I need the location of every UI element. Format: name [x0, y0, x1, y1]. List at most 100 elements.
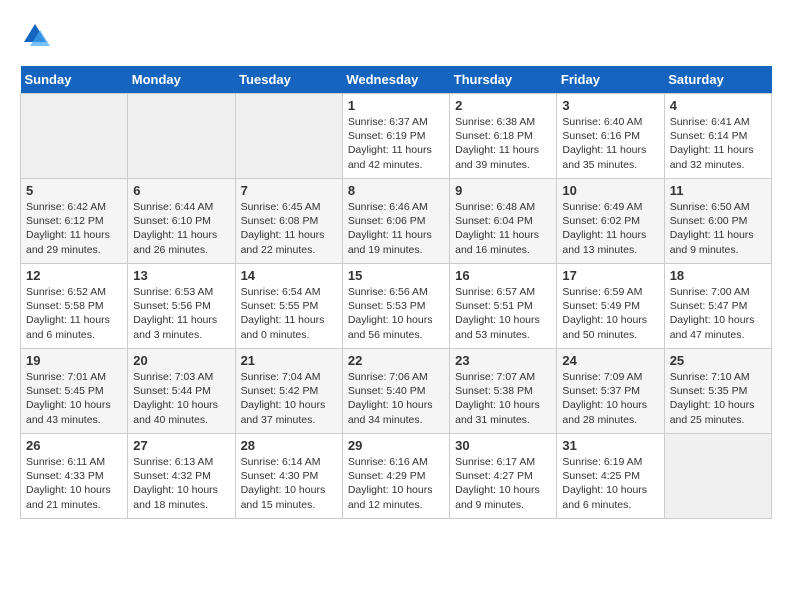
day-info: Sunrise: 6:11 AM Sunset: 4:33 PM Dayligh…	[26, 455, 122, 512]
day-info: Sunrise: 6:14 AM Sunset: 4:30 PM Dayligh…	[241, 455, 337, 512]
day-number: 20	[133, 353, 229, 368]
calendar-cell: 25 Sunrise: 7:10 AM Sunset: 5:35 PM Dayli…	[664, 349, 771, 434]
day-number: 30	[455, 438, 551, 453]
day-info: Sunrise: 7:01 AM Sunset: 5:45 PM Dayligh…	[26, 370, 122, 427]
calendar-cell: 18 Sunrise: 7:00 AM Sunset: 5:47 PM Dayli…	[664, 264, 771, 349]
day-number: 10	[562, 183, 658, 198]
calendar-cell: 23Sunrise: 7:07 AM Sunset: 5:38 PM Dayli…	[450, 349, 557, 434]
day-number: 25	[670, 353, 766, 368]
calendar-cell: 13 Sunrise: 6:53 AM Sunset: 5:56 PM Dayli…	[128, 264, 235, 349]
day-number: 3	[562, 98, 658, 113]
day-info: Sunrise: 6:42 AM Sunset: 6:12 PM Dayligh…	[26, 200, 122, 257]
calendar-cell: 31 Sunrise: 6:19 AM Sunset: 4:25 PM Dayli…	[557, 434, 664, 519]
day-info: Sunrise: 6:59 AM Sunset: 5:49 PM Dayligh…	[562, 285, 658, 342]
calendar-week-5: 26 Sunrise: 6:11 AM Sunset: 4:33 PM Dayli…	[21, 434, 772, 519]
day-header-saturday: Saturday	[664, 66, 771, 94]
day-header-thursday: Thursday	[450, 66, 557, 94]
day-info: Sunrise: 6:44 AM Sunset: 6:10 PM Dayligh…	[133, 200, 229, 257]
logo	[20, 20, 54, 50]
day-number: 15	[348, 268, 444, 283]
calendar-cell: 3 Sunrise: 6:40 AM Sunset: 6:16 PM Daylig…	[557, 94, 664, 179]
day-info: Sunrise: 6:53 AM Sunset: 5:56 PM Dayligh…	[133, 285, 229, 342]
calendar-cell: 24Sunrise: 7:09 AM Sunset: 5:37 PM Dayli…	[557, 349, 664, 434]
calendar-cell: 9Sunrise: 6:48 AM Sunset: 6:04 PM Daylig…	[450, 179, 557, 264]
day-number: 5	[26, 183, 122, 198]
day-info: Sunrise: 6:52 AM Sunset: 5:58 PM Dayligh…	[26, 285, 122, 342]
day-number: 17	[562, 268, 658, 283]
calendar-week-2: 5 Sunrise: 6:42 AM Sunset: 6:12 PM Daylig…	[21, 179, 772, 264]
day-number: 24	[562, 353, 658, 368]
day-header-friday: Friday	[557, 66, 664, 94]
day-number: 13	[133, 268, 229, 283]
day-info: Sunrise: 7:06 AM Sunset: 5:40 PM Dayligh…	[348, 370, 444, 427]
day-info: Sunrise: 7:10 AM Sunset: 5:35 PM Dayligh…	[670, 370, 766, 427]
day-number: 28	[241, 438, 337, 453]
day-info: Sunrise: 6:54 AM Sunset: 5:55 PM Dayligh…	[241, 285, 337, 342]
calendar-cell: 17 Sunrise: 6:59 AM Sunset: 5:49 PM Dayli…	[557, 264, 664, 349]
day-info: Sunrise: 6:41 AM Sunset: 6:14 PM Dayligh…	[670, 115, 766, 172]
calendar-cell: 1Sunrise: 6:37 AM Sunset: 6:19 PM Daylig…	[342, 94, 449, 179]
day-info: Sunrise: 6:46 AM Sunset: 6:06 PM Dayligh…	[348, 200, 444, 257]
calendar-cell: 12Sunrise: 6:52 AM Sunset: 5:58 PM Dayli…	[21, 264, 128, 349]
day-header-tuesday: Tuesday	[235, 66, 342, 94]
calendar-cell: 11Sunrise: 6:50 AM Sunset: 6:00 PM Dayli…	[664, 179, 771, 264]
day-info: Sunrise: 7:03 AM Sunset: 5:44 PM Dayligh…	[133, 370, 229, 427]
day-number: 2	[455, 98, 551, 113]
calendar-cell: 14 Sunrise: 6:54 AM Sunset: 5:55 PM Dayli…	[235, 264, 342, 349]
day-header-monday: Monday	[128, 66, 235, 94]
day-number: 16	[455, 268, 551, 283]
day-info: Sunrise: 7:00 AM Sunset: 5:47 PM Dayligh…	[670, 285, 766, 342]
calendar-cell: 30 Sunrise: 6:17 AM Sunset: 4:27 PM Dayli…	[450, 434, 557, 519]
day-info: Sunrise: 6:38 AM Sunset: 6:18 PM Dayligh…	[455, 115, 551, 172]
calendar-cell: 16 Sunrise: 6:57 AM Sunset: 5:51 PM Dayli…	[450, 264, 557, 349]
day-number: 29	[348, 438, 444, 453]
calendar-cell: 27 Sunrise: 6:13 AM Sunset: 4:32 PM Dayli…	[128, 434, 235, 519]
day-number: 21	[241, 353, 337, 368]
day-number: 19	[26, 353, 122, 368]
calendar-cell	[128, 94, 235, 179]
day-number: 14	[241, 268, 337, 283]
day-info: Sunrise: 6:19 AM Sunset: 4:25 PM Dayligh…	[562, 455, 658, 512]
day-number: 8	[348, 183, 444, 198]
calendar-cell: 26 Sunrise: 6:11 AM Sunset: 4:33 PM Dayli…	[21, 434, 128, 519]
calendar-cell: 5 Sunrise: 6:42 AM Sunset: 6:12 PM Daylig…	[21, 179, 128, 264]
calendar-week-1: 1Sunrise: 6:37 AM Sunset: 6:19 PM Daylig…	[21, 94, 772, 179]
calendar-table: SundayMondayTuesdayWednesdayThursdayFrid…	[20, 66, 772, 519]
day-info: Sunrise: 6:40 AM Sunset: 6:16 PM Dayligh…	[562, 115, 658, 172]
calendar-week-4: 19 Sunrise: 7:01 AM Sunset: 5:45 PM Dayli…	[21, 349, 772, 434]
day-info: Sunrise: 6:16 AM Sunset: 4:29 PM Dayligh…	[348, 455, 444, 512]
day-number: 26	[26, 438, 122, 453]
day-number: 9	[455, 183, 551, 198]
calendar-cell: 19 Sunrise: 7:01 AM Sunset: 5:45 PM Dayli…	[21, 349, 128, 434]
day-info: Sunrise: 7:07 AM Sunset: 5:38 PM Dayligh…	[455, 370, 551, 427]
day-number: 18	[670, 268, 766, 283]
calendar-cell: 4 Sunrise: 6:41 AM Sunset: 6:14 PM Daylig…	[664, 94, 771, 179]
day-info: Sunrise: 6:37 AM Sunset: 6:19 PM Dayligh…	[348, 115, 444, 172]
day-info: Sunrise: 6:13 AM Sunset: 4:32 PM Dayligh…	[133, 455, 229, 512]
calendar-cell: 6 Sunrise: 6:44 AM Sunset: 6:10 PM Daylig…	[128, 179, 235, 264]
calendar-cell: 28 Sunrise: 6:14 AM Sunset: 4:30 PM Dayli…	[235, 434, 342, 519]
calendar-cell: 10Sunrise: 6:49 AM Sunset: 6:02 PM Dayli…	[557, 179, 664, 264]
day-info: Sunrise: 6:17 AM Sunset: 4:27 PM Dayligh…	[455, 455, 551, 512]
day-number: 4	[670, 98, 766, 113]
day-info: Sunrise: 6:50 AM Sunset: 6:00 PM Dayligh…	[670, 200, 766, 257]
calendar-cell: 15Sunrise: 6:56 AM Sunset: 5:53 PM Dayli…	[342, 264, 449, 349]
logo-icon	[20, 20, 50, 50]
calendar-cell: 22 Sunrise: 7:06 AM Sunset: 5:40 PM Dayli…	[342, 349, 449, 434]
calendar-cell: 21 Sunrise: 7:04 AM Sunset: 5:42 PM Dayli…	[235, 349, 342, 434]
day-number: 22	[348, 353, 444, 368]
header-row: SundayMondayTuesdayWednesdayThursdayFrid…	[21, 66, 772, 94]
day-info: Sunrise: 7:04 AM Sunset: 5:42 PM Dayligh…	[241, 370, 337, 427]
calendar-cell: 2 Sunrise: 6:38 AM Sunset: 6:18 PM Daylig…	[450, 94, 557, 179]
calendar-cell: 29 Sunrise: 6:16 AM Sunset: 4:29 PM Dayli…	[342, 434, 449, 519]
day-number: 7	[241, 183, 337, 198]
calendar-cell: 20 Sunrise: 7:03 AM Sunset: 5:44 PM Dayli…	[128, 349, 235, 434]
page-header	[20, 20, 772, 50]
day-number: 6	[133, 183, 229, 198]
day-number: 27	[133, 438, 229, 453]
calendar-cell: 8 Sunrise: 6:46 AM Sunset: 6:06 PM Daylig…	[342, 179, 449, 264]
calendar-week-3: 12Sunrise: 6:52 AM Sunset: 5:58 PM Dayli…	[21, 264, 772, 349]
day-info: Sunrise: 6:57 AM Sunset: 5:51 PM Dayligh…	[455, 285, 551, 342]
day-number: 31	[562, 438, 658, 453]
calendar-cell	[21, 94, 128, 179]
